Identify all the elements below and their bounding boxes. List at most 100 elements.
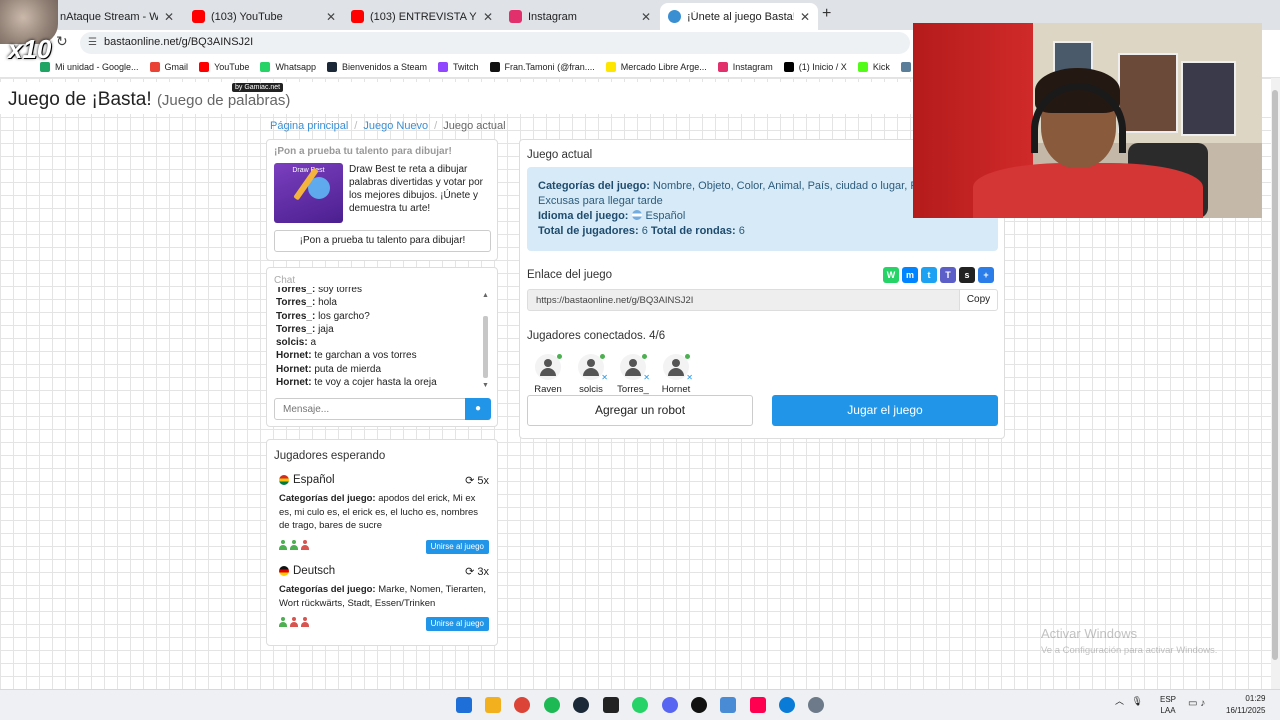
bookmark-item[interactable]: Fran.Tamoni (@fran.... — [489, 61, 595, 72]
gamiac-badge[interactable]: by Gamiac.net — [232, 83, 284, 92]
edge-icon[interactable] — [779, 697, 795, 713]
waiting-game-2: Deutsch ⟳ 3x Categorías del juego: Marke… — [279, 565, 489, 631]
bookmark-item[interactable]: Bienvenidos a Steam — [326, 61, 428, 72]
copy-link-button[interactable]: Copy — [959, 289, 998, 311]
online-dot — [685, 354, 690, 359]
bookmark-item[interactable]: Instagram — [717, 61, 773, 72]
instagram-icon — [509, 10, 522, 23]
draw-best-button[interactable]: ¡Pon a prueba tu talento para dibujar! — [274, 230, 491, 252]
new-tab-button[interactable]: + — [822, 5, 831, 23]
twitter-icon[interactable]: t — [921, 267, 937, 283]
youtube-icon — [351, 10, 364, 23]
webcam-overlay — [913, 23, 1262, 218]
close-icon[interactable]: ✕ — [326, 10, 336, 24]
bookmark-item[interactable]: (1) Inicio / X — [783, 61, 847, 72]
kick-player-icon[interactable]: ✕ — [601, 373, 608, 382]
tab-2[interactable]: (103) YouTube ✕ — [184, 3, 344, 30]
chat-message-input[interactable] — [274, 398, 466, 420]
close-icon[interactable]: ✕ — [164, 10, 174, 24]
reload-icon[interactable]: ↻ — [56, 33, 68, 50]
site-info-icon[interactable]: ☰ — [88, 37, 97, 48]
scroll-down-icon[interactable]: ▼ — [482, 382, 489, 389]
chat-text: te garchan a vos torres — [314, 350, 417, 362]
scroll-up-icon[interactable]: ▲ — [482, 292, 489, 299]
user-icon: ✕ — [663, 354, 693, 382]
bookmark-item[interactable]: Gmail — [149, 61, 189, 72]
flag-icon — [631, 210, 642, 220]
obs-icon[interactable] — [691, 697, 707, 713]
chat-scrollbar[interactable]: ▲ ▼ — [482, 292, 490, 389]
chat-text: hola — [318, 297, 337, 309]
bookmark-label: Whatsapp — [275, 61, 316, 72]
player-raven: Raven — [528, 354, 568, 395]
chat-username: Torres_: — [276, 310, 316, 322]
page-scrollbar[interactable] — [1271, 78, 1280, 689]
settings-icon[interactable] — [808, 697, 824, 713]
microphone-icon[interactable]: 🎙 — [1132, 696, 1143, 706]
snapchat-icon[interactable]: s — [959, 267, 975, 283]
kick-player-icon[interactable]: ✕ — [686, 373, 693, 382]
scrollbar-thumb[interactable] — [1272, 90, 1278, 660]
steam-icon[interactable] — [573, 697, 589, 713]
send-message-button[interactable]: ● — [465, 398, 491, 420]
file-explorer-icon[interactable] — [485, 697, 501, 713]
chat-scrollbar-thumb[interactable] — [483, 316, 488, 378]
teams-icon[interactable]: T — [940, 267, 956, 283]
draw-best-image[interactable]: Draw Best — [274, 163, 343, 223]
notepad-icon[interactable] — [720, 697, 736, 713]
page-title[interactable]: Juego de ¡Basta! (Juego de palabras) — [8, 89, 290, 111]
close-icon[interactable]: ✕ — [800, 10, 810, 24]
kick-player-icon[interactable]: ✕ — [643, 373, 650, 382]
bookmark-item[interactable]: Mi unidad - Google... — [40, 61, 139, 72]
bookmark-item[interactable]: Whatsapp — [260, 61, 316, 72]
share-plus-icon[interactable]: + — [978, 267, 994, 283]
join-game-button[interactable]: Unirse al juego — [425, 540, 489, 554]
system-tray[interactable]: ︿ 🎙 — [1115, 694, 1143, 707]
clock[interactable]: 01:29 16/11/2025 — [1226, 693, 1265, 717]
bookmark-label: Gmail — [164, 61, 189, 72]
game-player-slots — [279, 540, 312, 552]
bookmark-item[interactable]: Kick — [857, 61, 890, 72]
bookmark-item[interactable]: YouTube — [199, 61, 249, 72]
waiting-game-1: Español ⟳ 5x Categorías del juego: apodo… — [279, 474, 489, 554]
chat-message: Torres_: jaja — [276, 323, 482, 336]
tab-5-active[interactable]: ¡Únete al juego Basta! ✕ — [660, 3, 818, 30]
close-icon[interactable]: ✕ — [483, 10, 493, 24]
tab-1[interactable]: nAtaque Stream - Watch Liv✕ — [52, 3, 182, 30]
bookmark-label: Twitch — [453, 61, 479, 72]
whatsapp-icon[interactable] — [632, 697, 648, 713]
bookmark-item[interactable]: Mercado Libre Arge... — [605, 61, 707, 72]
chat-log[interactable]: Torres_: soy torres Torres_: hola Torres_:… — [276, 287, 482, 391]
play-game-button[interactable]: Jugar el juego — [772, 395, 998, 426]
discord-icon[interactable] — [662, 697, 678, 713]
chevron-up-icon[interactable]: ︿ — [1115, 696, 1124, 706]
spotify-icon[interactable] — [544, 697, 560, 713]
bookmark-label: Instagram — [732, 61, 773, 72]
join-game-button[interactable]: Unirse al juego — [425, 617, 489, 631]
language-indicator[interactable]: ESP LAA — [1160, 694, 1176, 716]
messenger-icon[interactable]: m — [902, 267, 918, 283]
bookmark-item[interactable]: Twitch — [438, 61, 479, 72]
tab-3[interactable]: (103) ENTREVISTA Y RETOS EN✕ — [343, 3, 501, 30]
network-volume-icons[interactable]: ▭ ♪ — [1188, 698, 1205, 709]
game-link-field[interactable]: https://bastaonline.net/g/BQ3AINSJ2I — [527, 289, 960, 311]
start-menu-icon[interactable] — [456, 697, 472, 713]
tiktok-icon[interactable] — [750, 697, 766, 713]
breadcrumb-current: Juego actual — [443, 120, 506, 132]
whatsapp-icon[interactable]: W — [883, 267, 899, 283]
player-slot-icon — [301, 617, 309, 627]
epic-games-icon[interactable] — [603, 697, 619, 713]
add-robot-button[interactable]: Agregar un robot — [527, 395, 753, 426]
player-slot-icon — [290, 617, 298, 627]
bookmark-label: Bienvenidos a Steam — [341, 61, 428, 72]
bookmark-icon — [326, 61, 337, 72]
chat-message: Hornet: puta de mierda — [276, 363, 482, 376]
breadcrumb-new-game[interactable]: Juego Nuevo — [363, 120, 428, 132]
tab-4[interactable]: Instagram ✕ — [501, 3, 659, 30]
player-hornet: ✕ Hornet — [656, 354, 696, 395]
chrome-icon[interactable] — [514, 697, 530, 713]
url-input[interactable]: ☰ bastaonline.net/g/BQ3AINSJ2I — [80, 32, 910, 54]
bookmark-label: Mi unidad - Google... — [55, 61, 139, 72]
breadcrumb-home[interactable]: Página principal — [270, 120, 348, 132]
close-icon[interactable]: ✕ — [641, 10, 651, 24]
